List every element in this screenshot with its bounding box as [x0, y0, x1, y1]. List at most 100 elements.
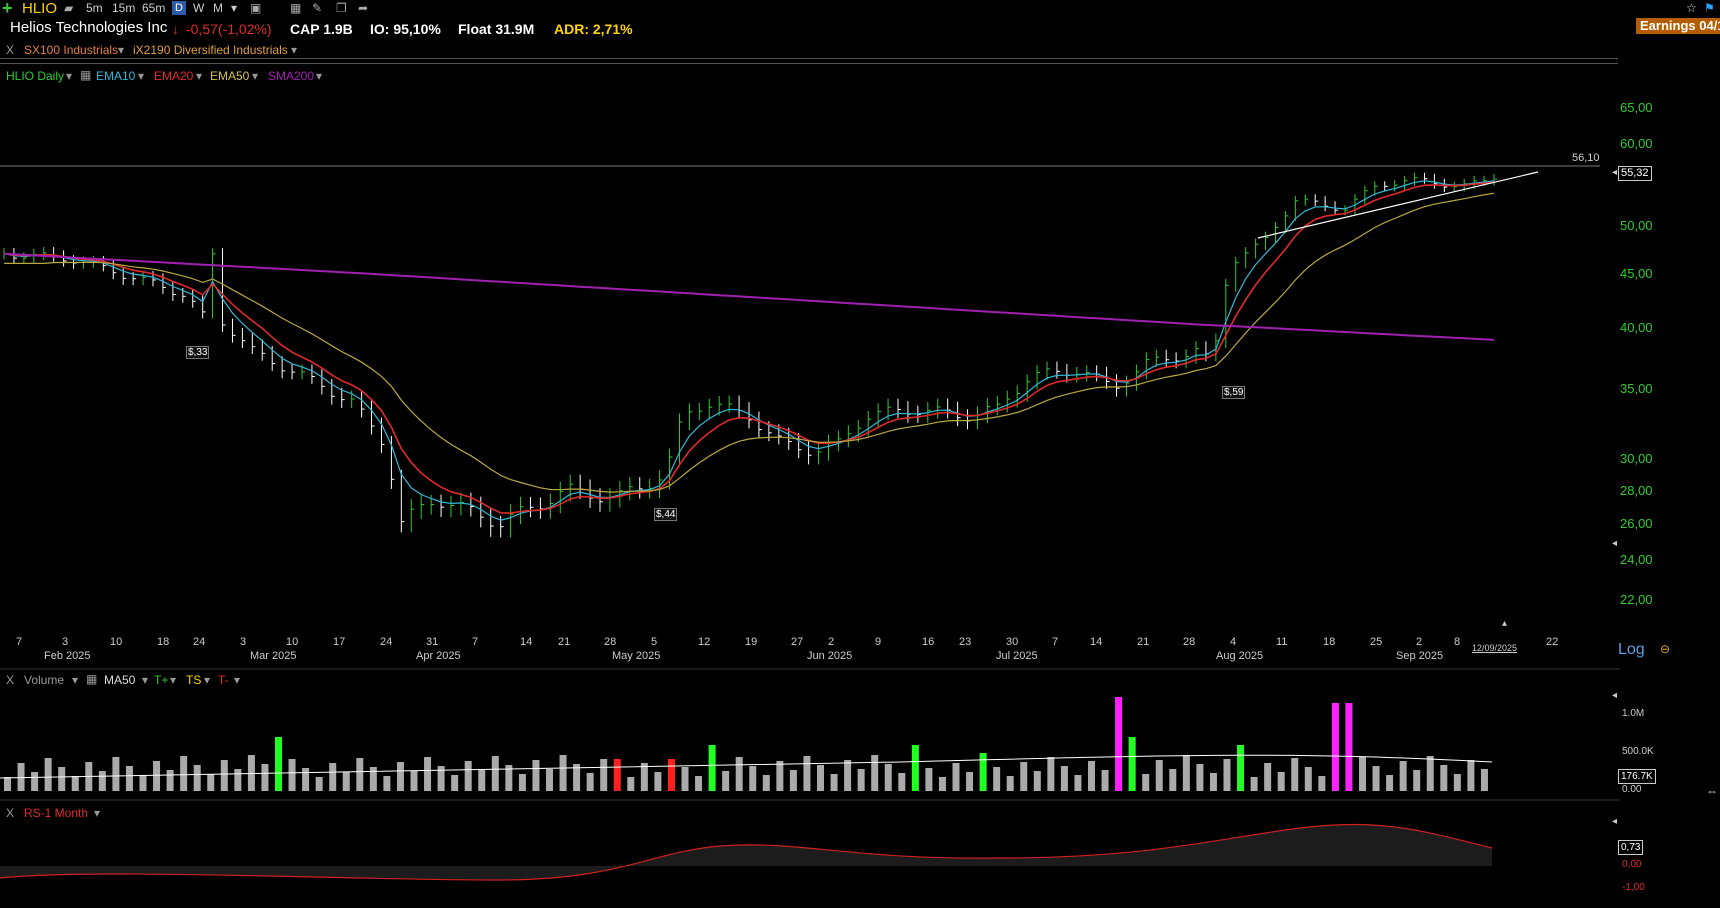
rs-current-box: 0,73	[1618, 840, 1644, 855]
ema20-line	[3, 181, 1495, 514]
volume-bar	[857, 769, 865, 791]
ma50-label[interactable]: MA50	[104, 673, 135, 687]
resistance-value: 56,10	[1572, 152, 1600, 164]
x-day-tick: 18	[1323, 636, 1336, 648]
x-day-tick: 27	[791, 636, 804, 648]
volume-dropdown-icon[interactable]: ▾	[72, 673, 78, 687]
volume-bar	[979, 753, 987, 791]
rs-label[interactable]: RS-1 Month	[24, 806, 88, 820]
volume-bar	[1277, 772, 1285, 791]
volume-bar	[1399, 761, 1407, 791]
chart-canvas[interactable]	[0, 0, 1720, 908]
x-month-label: Jun 2025	[807, 650, 853, 662]
volume-bar	[125, 766, 133, 791]
price-marker-icon: ◂	[1612, 167, 1618, 178]
volume-bar	[532, 760, 540, 791]
volume-label[interactable]: Volume	[24, 673, 64, 687]
volume-bar	[1331, 703, 1339, 791]
price-tick: 24,00	[1620, 552, 1653, 567]
x-day-tick: 8	[1454, 636, 1461, 648]
volume-bar	[153, 761, 161, 791]
volume-bar	[925, 768, 933, 791]
volume-bar	[1101, 770, 1109, 791]
price-tick: 28,00	[1620, 483, 1653, 498]
volume-bar	[1006, 776, 1014, 791]
low-annotation: $,33	[186, 346, 210, 359]
ma50-dropdown-icon[interactable]: ▾	[142, 673, 148, 687]
price-bars	[3, 172, 1497, 538]
volume-bar	[342, 772, 350, 791]
volume-bar	[17, 763, 25, 791]
rs-close-button[interactable]: X	[6, 806, 14, 820]
volume-bar	[1182, 755, 1190, 791]
volume-bar	[1426, 756, 1434, 791]
volume-bar	[966, 772, 974, 791]
volume-tick-500k: 500.0K	[1622, 746, 1654, 757]
x-day-tick: 14	[1090, 636, 1103, 648]
x-month-label: Sep 2025	[1396, 650, 1444, 662]
volume-bar	[830, 774, 838, 791]
x-month-label: Jul 2025	[996, 650, 1038, 662]
volume-bar	[803, 756, 811, 791]
x-day-tick: 16	[922, 636, 935, 648]
volume-close-button[interactable]: X	[6, 673, 14, 687]
tplus-label[interactable]: T+	[154, 673, 168, 687]
volume-bar	[1480, 769, 1488, 791]
x-day-tick: 11	[1276, 636, 1288, 648]
tplus-dropdown-icon[interactable]: ▾	[170, 673, 176, 687]
lock-icon[interactable]: ⊖	[1660, 642, 1670, 656]
x-day-tick: 5	[651, 636, 658, 648]
x-month-label: Mar 2025	[250, 650, 297, 662]
x-day-tick: 10	[110, 636, 123, 648]
tminus-dropdown-icon[interactable]: ▾	[234, 673, 240, 687]
rs-dropdown-icon[interactable]: ▾	[94, 806, 100, 820]
volume-bar	[1304, 767, 1312, 791]
volume-bar	[234, 769, 242, 791]
x-day-tick: 7	[1052, 636, 1059, 648]
volume-bar	[844, 760, 852, 791]
volume-bar	[180, 756, 188, 791]
log-toggle[interactable]: Log	[1618, 641, 1645, 659]
volume-bar	[383, 776, 391, 791]
volume-bar	[735, 757, 743, 791]
x-day-tick: 14	[520, 636, 533, 648]
volume-bar	[586, 773, 594, 791]
x-day-tick: 21	[1137, 636, 1150, 648]
ts-dropdown-icon[interactable]: ▾	[204, 673, 210, 687]
volume-bar	[1088, 761, 1095, 791]
volume-bar	[1060, 766, 1068, 791]
volume-bar	[1128, 737, 1136, 791]
x-month-label: May 2025	[612, 650, 661, 662]
volume-bar	[451, 775, 459, 791]
volume-bar	[695, 776, 703, 791]
ts-label[interactable]: TS	[186, 673, 201, 687]
x-day-tick: 4	[1230, 636, 1237, 648]
table-icon[interactable]: ▦	[86, 672, 97, 686]
volume-bar	[478, 770, 486, 791]
price-tick: 22,00	[1620, 592, 1653, 607]
volume-bar	[749, 766, 757, 791]
x-day-tick: 21	[558, 636, 571, 648]
volume-bar	[1345, 703, 1353, 791]
tminus-label[interactable]: T-	[218, 673, 229, 687]
rs-line	[0, 823, 1493, 881]
volume-bar	[722, 771, 730, 791]
volume-bar	[762, 775, 770, 791]
volume-bar	[1264, 763, 1272, 791]
volume-bar	[139, 775, 147, 791]
volume-bar	[207, 774, 215, 791]
price-tick: 40,00	[1620, 320, 1653, 335]
volume-bar	[58, 767, 66, 791]
volume-bar	[613, 759, 621, 791]
volume-bar	[112, 757, 120, 791]
volume-bar	[1142, 774, 1150, 791]
volume-bar	[817, 765, 824, 791]
volume-bar	[1372, 766, 1380, 791]
x-day-tick: 12	[698, 636, 711, 648]
price-tick: 35,00	[1620, 381, 1653, 396]
volume-bar	[1223, 759, 1231, 791]
resize-icon[interactable]: ⇔	[1706, 784, 1718, 798]
volume-bar	[1155, 760, 1163, 791]
x-day-tick: 7	[16, 636, 23, 648]
ema50-line	[4, 192, 1495, 493]
